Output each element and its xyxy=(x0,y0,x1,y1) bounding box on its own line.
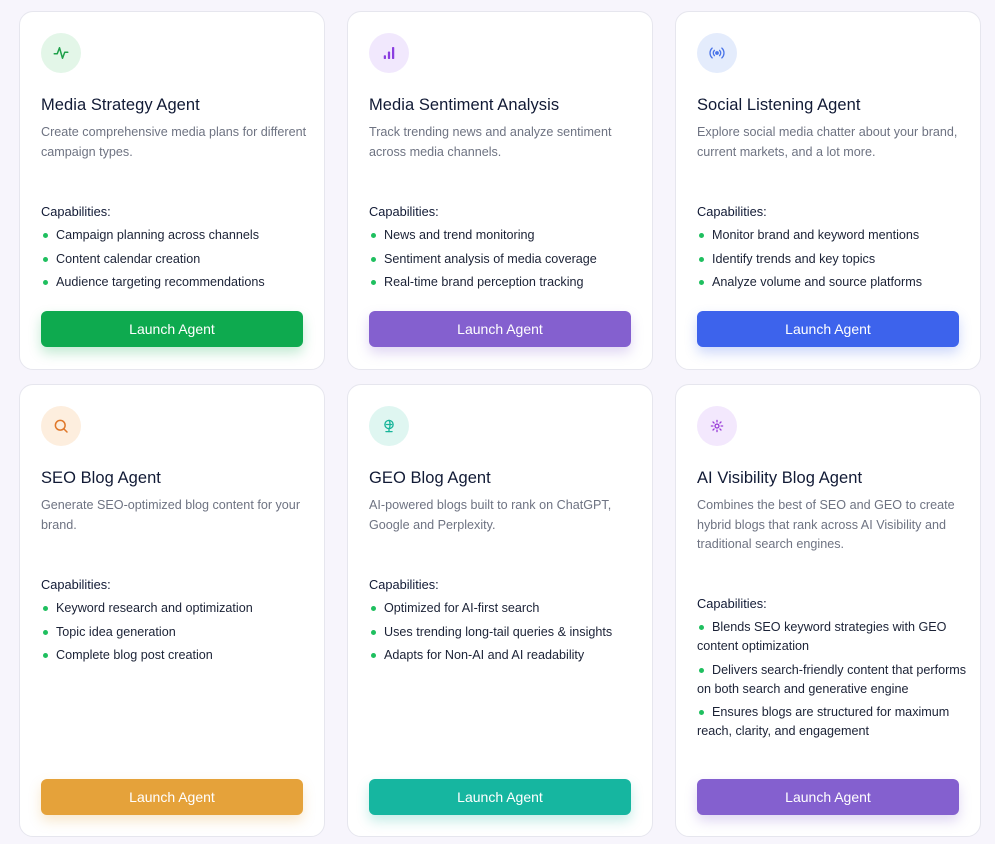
card-title: Media Strategy Agent xyxy=(41,96,200,114)
capability-item: Real-time brand perception tracking xyxy=(369,273,639,292)
card-description: Track trending news and analyze sentimen… xyxy=(369,125,612,159)
card-description: AI-powered blogs built to rank on ChatGP… xyxy=(369,498,612,532)
capabilities-label: Capabilities: xyxy=(41,204,111,219)
capability-item: News and trend monitoring xyxy=(369,226,639,245)
capability-item: Analyze volume and source platforms xyxy=(697,273,967,292)
card-title: Social Listening Agent xyxy=(697,96,861,114)
capability-item: Sentiment analysis of media coverage xyxy=(369,250,639,269)
card-title: Media Sentiment Analysis xyxy=(369,96,560,114)
capabilities-label: Capabilities: xyxy=(697,596,767,611)
launch-agent-button[interactable]: Launch Agent xyxy=(369,311,631,347)
capabilities-list: Optimized for AI-first search Uses trend… xyxy=(369,599,639,670)
capability-item: Adapts for Non-AI and AI readability xyxy=(369,646,639,665)
agent-card-ai-visibility-blog: AI Visibility Blog Agent Combines the be… xyxy=(675,384,981,837)
agent-card-media-sentiment: Media Sentiment Analysis Track trending … xyxy=(347,11,653,370)
capabilities-label: Capabilities: xyxy=(697,204,767,219)
activity-pulse-icon xyxy=(41,33,81,73)
capability-item: Campaign planning across channels xyxy=(41,226,311,245)
launch-agent-button[interactable]: Launch Agent xyxy=(41,779,303,815)
agent-card-seo-blog: SEO Blog Agent Generate SEO-optimized bl… xyxy=(19,384,325,837)
card-title: GEO Blog Agent xyxy=(369,469,491,487)
capability-item: Keyword research and optimization xyxy=(41,599,311,618)
capability-item: Optimized for AI-first search xyxy=(369,599,639,618)
card-description: Generate SEO-optimized blog content for … xyxy=(41,498,301,532)
capabilities-label: Capabilities: xyxy=(41,577,111,592)
capability-item: Monitor brand and keyword mentions xyxy=(697,226,967,245)
capability-item: Delivers search-friendly content that pe… xyxy=(697,661,967,699)
capabilities-label: Capabilities: xyxy=(369,577,439,592)
bar-chart-icon xyxy=(369,33,409,73)
card-description: Create comprehensive media plans for dif… xyxy=(41,125,307,159)
launch-agent-button[interactable]: Launch Agent xyxy=(369,779,631,815)
agent-card-social-listening: Social Listening Agent Explore social me… xyxy=(675,11,981,370)
launch-agent-button[interactable]: Launch Agent xyxy=(697,311,959,347)
capabilities-list: Blends SEO keyword strategies with GEO c… xyxy=(697,618,967,746)
card-title: AI Visibility Blog Agent xyxy=(697,469,863,487)
capabilities-list: Monitor brand and keyword mentions Ident… xyxy=(697,226,967,297)
card-description: Combines the best of SEO and GEO to crea… xyxy=(697,498,955,551)
capability-item: Content calendar creation xyxy=(41,250,311,269)
capabilities-list: News and trend monitoring Sentiment anal… xyxy=(369,226,639,297)
globe-icon xyxy=(369,406,409,446)
card-description: Explore social media chatter about your … xyxy=(697,125,958,159)
broadcast-icon xyxy=(697,33,737,73)
agent-card-media-strategy: Media Strategy Agent Create comprehensiv… xyxy=(19,11,325,370)
capability-item: Identify trends and key topics xyxy=(697,250,967,269)
search-icon xyxy=(41,406,81,446)
capability-item: Uses trending long-tail queries & insigh… xyxy=(369,623,639,642)
launch-agent-button[interactable]: Launch Agent xyxy=(697,779,959,815)
agent-card-geo-blog: GEO Blog Agent AI-powered blogs built to… xyxy=(347,384,653,837)
capability-item: Blends SEO keyword strategies with GEO c… xyxy=(697,618,967,656)
capabilities-list: Campaign planning across channels Conten… xyxy=(41,226,311,297)
launch-agent-button[interactable]: Launch Agent xyxy=(41,311,303,347)
capability-item: Topic idea generation xyxy=(41,623,311,642)
capabilities-list: Keyword research and optimization Topic … xyxy=(41,599,311,670)
capability-item: Audience targeting recommendations xyxy=(41,273,311,292)
capability-item: Complete blog post creation xyxy=(41,646,311,665)
gear-sparkle-icon xyxy=(697,406,737,446)
capabilities-label: Capabilities: xyxy=(369,204,439,219)
capability-item: Ensures blogs are structured for maximum… xyxy=(697,703,967,741)
card-title: SEO Blog Agent xyxy=(41,469,161,487)
